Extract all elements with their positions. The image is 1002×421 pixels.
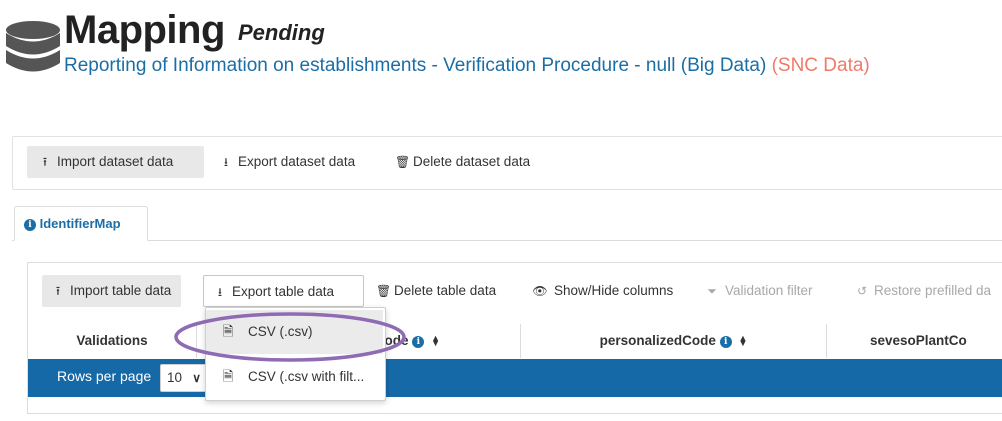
validation-filter-label: Validation filter: [725, 283, 813, 298]
trash-icon: 🗑: [376, 284, 392, 298]
download-icon: ⭳: [217, 285, 223, 299]
upload-icon: ⭱: [55, 284, 61, 298]
column-header-seveso-plant-code[interactable]: sevesoPlantCo: [827, 324, 1002, 358]
menu-item-csv[interactable]: 🗎 CSV (.csv): [206, 310, 383, 354]
menu-item-csv-with-filters[interactable]: 🗎 CSV (.csv with filt...: [206, 355, 383, 399]
restore-prefilled-button[interactable]: ↺ Restore prefilled da: [846, 275, 1001, 307]
show-hide-label: Show/Hide columns: [554, 283, 674, 298]
rows-per-page-select[interactable]: 10 ∨: [160, 364, 208, 392]
filter-icon: ⏷: [707, 284, 717, 298]
tab-strip-divider: [12, 240, 1002, 241]
sort-icon[interactable]: ▲ ▼: [738, 334, 747, 348]
sort-icon[interactable]: ▲ ▼: [431, 334, 440, 348]
export-format-menu: 🗎 CSV (.csv) 🗎 CSV (.csv with filt...: [205, 307, 386, 401]
column-label: sevesoPlantCo: [870, 333, 967, 348]
export-table-label: Export table data: [232, 284, 335, 299]
rows-per-page-value: 10: [167, 370, 183, 385]
delete-dataset-label: Delete dataset data: [413, 154, 531, 169]
export-table-button[interactable]: ⭳ Export table data: [203, 275, 364, 307]
column-label: ode: [384, 333, 409, 348]
eye-slash-icon: 👁: [532, 284, 548, 298]
import-table-button[interactable]: ⭱ Import table data: [42, 275, 182, 307]
undo-icon: ↺: [856, 284, 868, 298]
column-label: personalizedCode: [599, 333, 716, 348]
chevron-down-icon: ∨: [192, 371, 201, 385]
file-icon: 🗎: [222, 324, 234, 339]
trash-icon: 🗑: [395, 155, 411, 169]
dataset-toolbar: ⭱ Import dataset data ⭳ Export dataset dat…: [12, 136, 1002, 190]
delete-dataset-button[interactable]: 🗑 Delete dataset data: [383, 146, 542, 178]
tab-identifiermap[interactable]: i IdentifierMap: [14, 206, 148, 241]
rows-per-page-label: Rows per page: [57, 368, 152, 384]
snc-data-tag: (SNC Data): [771, 55, 870, 76]
download-icon: ⭳: [223, 155, 229, 169]
database-icon: [6, 21, 60, 72]
import-dataset-label: Import dataset data: [57, 154, 174, 169]
tab-label: IdentifierMap: [39, 216, 121, 231]
export-dataset-label: Export dataset data: [238, 154, 356, 169]
upload-icon: ⭱: [42, 155, 48, 169]
import-dataset-button[interactable]: ⭱ Import dataset data: [27, 146, 204, 178]
delete-table-label: Delete table data: [394, 283, 497, 298]
page-title: Mapping: [64, 8, 225, 52]
dataflow-subtitle: Reporting of Information on establishmen…: [64, 54, 870, 78]
export-dataset-button[interactable]: ⭳ Export dataset data: [208, 146, 367, 178]
restore-label: Restore prefilled da: [874, 283, 992, 298]
column-header-personalized-code[interactable]: personalizedCode i ▲ ▼: [521, 324, 827, 358]
menu-item-label: CSV (.csv with filt...: [248, 369, 365, 384]
delete-table-button[interactable]: 🗑 Delete table data: [366, 275, 506, 307]
column-label: Validations: [76, 333, 148, 348]
file-icon: 🗎: [222, 369, 234, 384]
status-label: Pending: [238, 20, 325, 45]
validation-filter-button[interactable]: ⏷ Validation filter: [695, 275, 823, 307]
info-icon: i: [24, 219, 36, 231]
column-header-validations[interactable]: Validations: [28, 324, 197, 358]
show-hide-columns-button[interactable]: 👁 Show/Hide columns: [522, 275, 683, 307]
info-icon[interactable]: i: [719, 336, 732, 348]
subtitle-text: Reporting of Information on establishmen…: [64, 55, 767, 76]
info-icon[interactable]: i: [412, 336, 425, 348]
menu-item-label: CSV (.csv): [248, 324, 313, 339]
import-table-label: Import table data: [70, 283, 172, 298]
